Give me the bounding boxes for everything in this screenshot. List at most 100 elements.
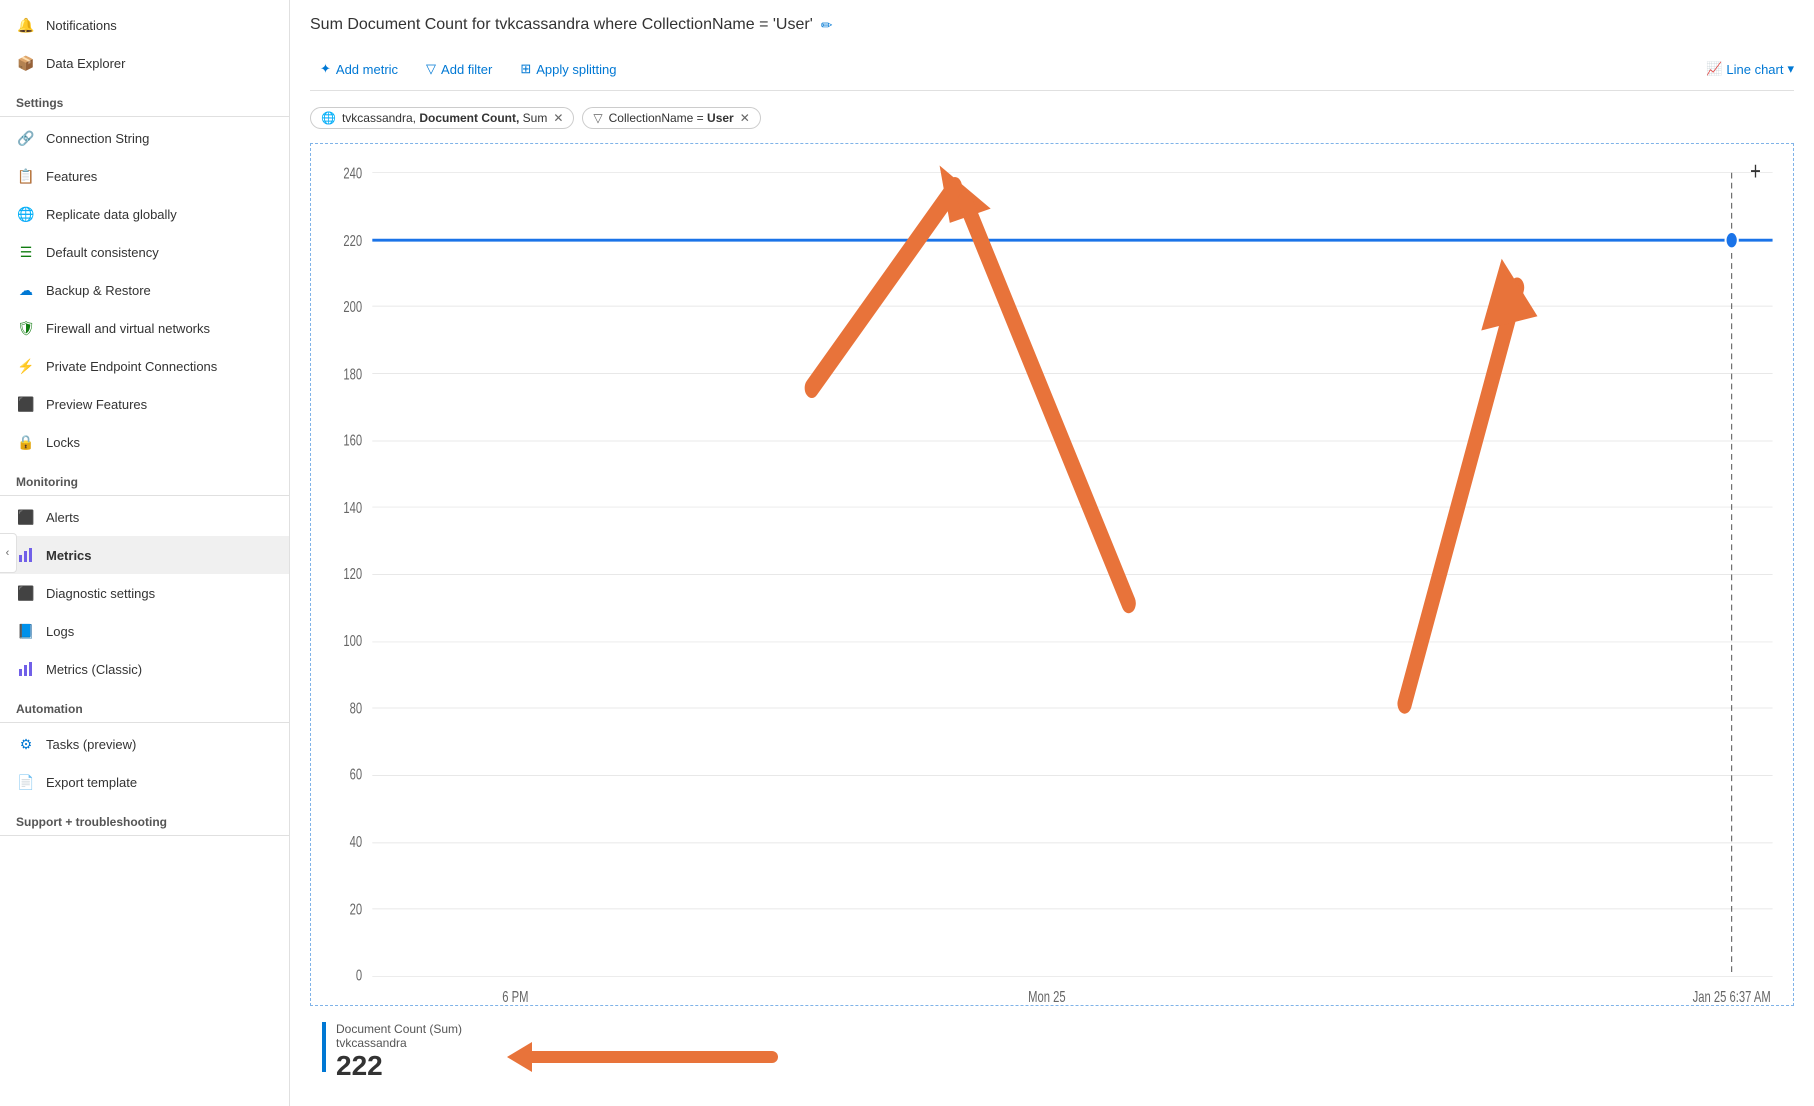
svg-text:Jan 25 6:37 AM: Jan 25 6:37 AM (1693, 988, 1771, 1005)
sidebar-item-replicate-data[interactable]: 🌐 Replicate data globally (0, 195, 289, 233)
main-content: Sum Document Count for tvkcassandra wher… (290, 0, 1814, 1106)
sidebar-item-label: Preview Features (46, 397, 147, 412)
chart-title: Sum Document Count for tvkcassandra wher… (310, 16, 1794, 34)
sidebar-item-preview-features[interactable]: ⬛ Preview Features (0, 385, 289, 423)
svg-text:140: 140 (343, 499, 362, 516)
sidebar-item-label: Firewall and virtual networks (46, 321, 210, 336)
legend-series-label: Document Count (Sum) (336, 1022, 462, 1036)
chart-type-selector[interactable]: 📈 Line chart ▾ (1706, 61, 1794, 77)
sidebar-item-locks[interactable]: 🔒 Locks (0, 423, 289, 461)
add-filter-icon: ▽ (426, 61, 436, 77)
sidebar-item-firewall[interactable]: 🛡 Firewall and virtual networks (0, 309, 289, 347)
chart-container: Sum Document Count for tvkcassandra wher… (290, 0, 1814, 1106)
svg-text:80: 80 (350, 700, 363, 717)
sidebar-item-notifications[interactable]: 🔔 Notifications (0, 6, 289, 44)
sidebar-section-monitoring: Monitoring (0, 461, 289, 496)
svg-text:100: 100 (343, 632, 362, 649)
filter-icon: ▽ (593, 111, 602, 125)
filter-chip-metric-close[interactable]: ✕ (553, 111, 563, 125)
chevron-down-icon: ▾ (1787, 61, 1794, 77)
sidebar-collapse-handle[interactable]: ‹ (0, 533, 17, 573)
sidebar-item-label: Logs (46, 624, 74, 639)
metric-chip-icon: 🌐 (321, 111, 336, 125)
sidebar-item-label: Features (46, 169, 97, 184)
sidebar-item-metrics[interactable]: Metrics (0, 536, 289, 574)
sidebar-section-settings: Settings (0, 82, 289, 117)
apply-splitting-button[interactable]: ⊞ Apply splitting (510, 56, 626, 82)
tasks-preview-icon: ⚙ (16, 734, 36, 754)
svg-text:60: 60 (350, 766, 363, 783)
chart-legend: Document Count (Sum) tvkcassandra 222 (310, 1014, 1794, 1090)
alerts-icon: ⬛ (16, 507, 36, 527)
sidebar-section-automation: Automation (0, 688, 289, 723)
add-metric-button[interactable]: ✦ Add metric (310, 56, 408, 82)
sidebar-item-label: Data Explorer (46, 56, 125, 71)
filter-chip-metric: 🌐 tvkcassandra, Document Count, Sum ✕ (310, 107, 574, 129)
sidebar-item-alerts[interactable]: ⬛ Alerts (0, 498, 289, 536)
line-chart-icon: 📈 (1706, 61, 1722, 77)
filter-chip-metric-text: tvkcassandra, Document Count, Sum (342, 111, 547, 125)
logs-icon: 📘 (16, 621, 36, 641)
svg-text:40: 40 (350, 833, 363, 850)
notifications-icon: 🔔 (16, 15, 36, 35)
sidebar-item-data-explorer[interactable]: 📦 Data Explorer (0, 44, 289, 82)
export-template-icon: 📄 (16, 772, 36, 792)
sidebar-item-label: Metrics (Classic) (46, 662, 142, 677)
chart-title-text: Sum Document Count for tvkcassandra wher… (310, 16, 813, 34)
filter-chip-collection-close[interactable]: ✕ (740, 111, 750, 125)
connection-string-icon: 🔗 (16, 128, 36, 148)
sidebar-item-label: Notifications (46, 18, 117, 33)
toolbar-left: ✦ Add metric ▽ Add filter ⊞ Apply splitt… (310, 56, 626, 82)
sidebar-item-metrics-classic[interactable]: Metrics (Classic) (0, 650, 289, 688)
sidebar-item-label: Diagnostic settings (46, 586, 155, 601)
legend-info: Document Count (Sum) tvkcassandra 222 (336, 1022, 462, 1082)
svg-text:+: + (1750, 157, 1761, 186)
sidebar-item-label: Default consistency (46, 245, 159, 260)
edit-title-icon[interactable]: ✏ (821, 17, 833, 34)
apply-splitting-icon: ⊞ (520, 61, 531, 77)
legend-source-label: tvkcassandra (336, 1036, 462, 1050)
backup-restore-icon: ☁ (16, 280, 36, 300)
chart-wrapper: 240 220 200 180 160 140 120 100 80 60 40… (310, 143, 1794, 1006)
sidebar-item-label: Export template (46, 775, 137, 790)
add-filter-button[interactable]: ▽ Add filter (416, 56, 502, 82)
sidebar-item-diagnostic-settings[interactable]: ⬛ Diagnostic settings (0, 574, 289, 612)
features-icon: 📋 (16, 166, 36, 186)
data-explorer-icon: 📦 (16, 53, 36, 73)
sidebar-item-default-consistency[interactable]: ☰ Default consistency (0, 233, 289, 271)
default-consistency-icon: ☰ (16, 242, 36, 262)
sidebar: 🔔 Notifications 📦 Data Explorer Settings… (0, 0, 290, 1106)
sidebar-item-export-template[interactable]: 📄 Export template (0, 763, 289, 801)
sidebar-item-label: Tasks (preview) (46, 737, 136, 752)
sidebar-item-label: Alerts (46, 510, 79, 525)
legend-value: 222 (336, 1050, 462, 1082)
sidebar-item-label: Private Endpoint Connections (46, 359, 217, 374)
sidebar-item-private-endpoint[interactable]: ⚡ Private Endpoint Connections (0, 347, 289, 385)
replicate-data-icon: 🌐 (16, 204, 36, 224)
sidebar-section-support: Support + troubleshooting (0, 801, 289, 836)
private-endpoint-icon: ⚡ (16, 356, 36, 376)
metrics-icon (16, 545, 36, 565)
svg-text:200: 200 (343, 298, 362, 315)
sidebar-item-features[interactable]: 📋 Features (0, 157, 289, 195)
svg-text:220: 220 (343, 232, 362, 249)
sidebar-item-label: Replicate data globally (46, 207, 177, 222)
chart-svg: 240 220 200 180 160 140 120 100 80 60 40… (311, 144, 1793, 1005)
metrics-classic-icon (16, 659, 36, 679)
svg-text:20: 20 (350, 901, 363, 918)
sidebar-item-backup-restore[interactable]: ☁ Backup & Restore (0, 271, 289, 309)
svg-text:120: 120 (343, 565, 362, 582)
svg-text:240: 240 (343, 165, 362, 182)
sidebar-item-logs[interactable]: 📘 Logs (0, 612, 289, 650)
filter-chip-collection-text: CollectionName = User (609, 111, 734, 125)
sidebar-item-connection-string[interactable]: 🔗 Connection String (0, 119, 289, 157)
sidebar-item-label: Backup & Restore (46, 283, 151, 298)
filter-chip-collection: ▽ CollectionName = User ✕ (582, 107, 760, 129)
svg-text:180: 180 (343, 366, 362, 383)
svg-text:0: 0 (356, 967, 363, 984)
sidebar-item-tasks-preview[interactable]: ⚙ Tasks (preview) (0, 725, 289, 763)
legend-arrow-annotation (492, 1022, 792, 1082)
firewall-icon: 🛡 (16, 318, 36, 338)
svg-text:Mon 25: Mon 25 (1028, 988, 1066, 1005)
add-metric-icon: ✦ (320, 61, 331, 77)
